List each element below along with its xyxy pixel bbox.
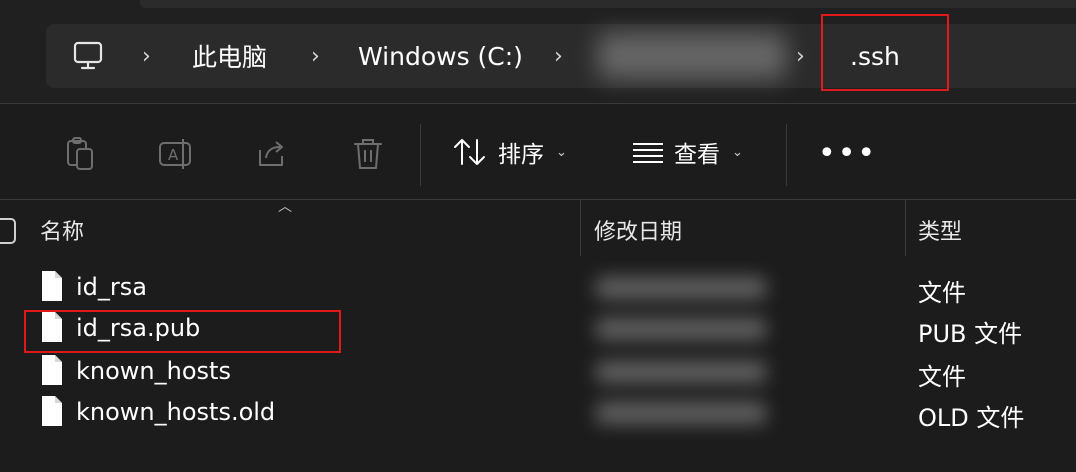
- breadcrumb-drive-c[interactable]: Windows (C:): [358, 24, 523, 88]
- column-header-name[interactable]: 名称: [40, 214, 84, 246]
- more-icon: •••: [818, 136, 878, 171]
- file-icon: [40, 354, 64, 390]
- file-type: 文件: [918, 363, 966, 391]
- file-row[interactable]: id_rsa 文件: [0, 267, 1076, 309]
- view-button[interactable]: 查看 ⌄: [632, 130, 743, 174]
- sort-arrows-icon: [454, 139, 485, 165]
- pub-file-highlight-box: [24, 310, 341, 353]
- sort-indicator-icon: ︿: [278, 199, 292, 215]
- command-bar: A 排序 ⌄ 查看 ⌄ •••: [0, 104, 1076, 200]
- file-type: PUB 文件: [918, 320, 1023, 348]
- select-all-checkbox[interactable]: [0, 218, 16, 244]
- file-date-redacted: [596, 318, 766, 340]
- column-resize-handle[interactable]: [905, 200, 906, 256]
- column-header-row: ︿ 名称 修改日期 类型: [0, 199, 1076, 256]
- file-name: known_hosts: [76, 357, 231, 385]
- sort-label: 排序: [498, 142, 544, 168]
- breadcrumb-this-pc[interactable]: 此电脑: [192, 24, 267, 88]
- share-icon[interactable]: [252, 134, 292, 174]
- sort-button[interactable]: 排序 ⌄: [452, 130, 567, 174]
- breadcrumb-separator-icon[interactable]: ›: [142, 24, 151, 88]
- file-row[interactable]: known_hosts.old OLD 文件: [0, 392, 1076, 434]
- toolbar-separator: [786, 124, 787, 186]
- tab-strip-edge: [140, 0, 1076, 8]
- rename-icon[interactable]: A: [156, 134, 196, 174]
- file-type: 文件: [918, 279, 966, 307]
- toolbar-separator: [420, 124, 421, 186]
- file-date-redacted: [596, 402, 766, 424]
- column-resize-handle[interactable]: [580, 200, 581, 256]
- ssh-highlight-box: [821, 14, 949, 91]
- breadcrumb-separator-icon[interactable]: ›: [311, 24, 320, 88]
- file-row[interactable]: known_hosts 文件: [0, 351, 1076, 393]
- file-type: OLD 文件: [918, 404, 1025, 432]
- breadcrumb-label: Windows (C:): [358, 41, 523, 71]
- svg-text:A: A: [168, 146, 179, 164]
- chevron-down-icon: ⌄: [732, 144, 743, 160]
- list-view-icon: [633, 143, 663, 163]
- file-date-redacted: [596, 361, 766, 383]
- file-date-redacted: [596, 277, 766, 299]
- column-header-type[interactable]: 类型: [918, 214, 962, 246]
- clipboard-icon[interactable]: [60, 134, 100, 174]
- file-name: id_rsa: [76, 273, 147, 301]
- breadcrumb-separator-icon[interactable]: ›: [796, 24, 805, 88]
- view-label: 查看: [674, 142, 720, 168]
- breadcrumb-separator-icon[interactable]: ›: [554, 24, 563, 88]
- monitor-icon[interactable]: [72, 24, 104, 88]
- file-icon: [40, 395, 64, 431]
- file-name: known_hosts.old: [76, 398, 276, 426]
- breadcrumb-label: 此电脑: [192, 43, 268, 72]
- chevron-down-icon: ⌄: [556, 144, 567, 160]
- file-icon: [40, 270, 64, 306]
- more-options-button[interactable]: •••: [818, 139, 877, 169]
- column-header-modified[interactable]: 修改日期: [594, 214, 682, 246]
- breadcrumb-redacted-folder[interactable]: [598, 33, 786, 79]
- delete-icon[interactable]: [348, 134, 388, 174]
